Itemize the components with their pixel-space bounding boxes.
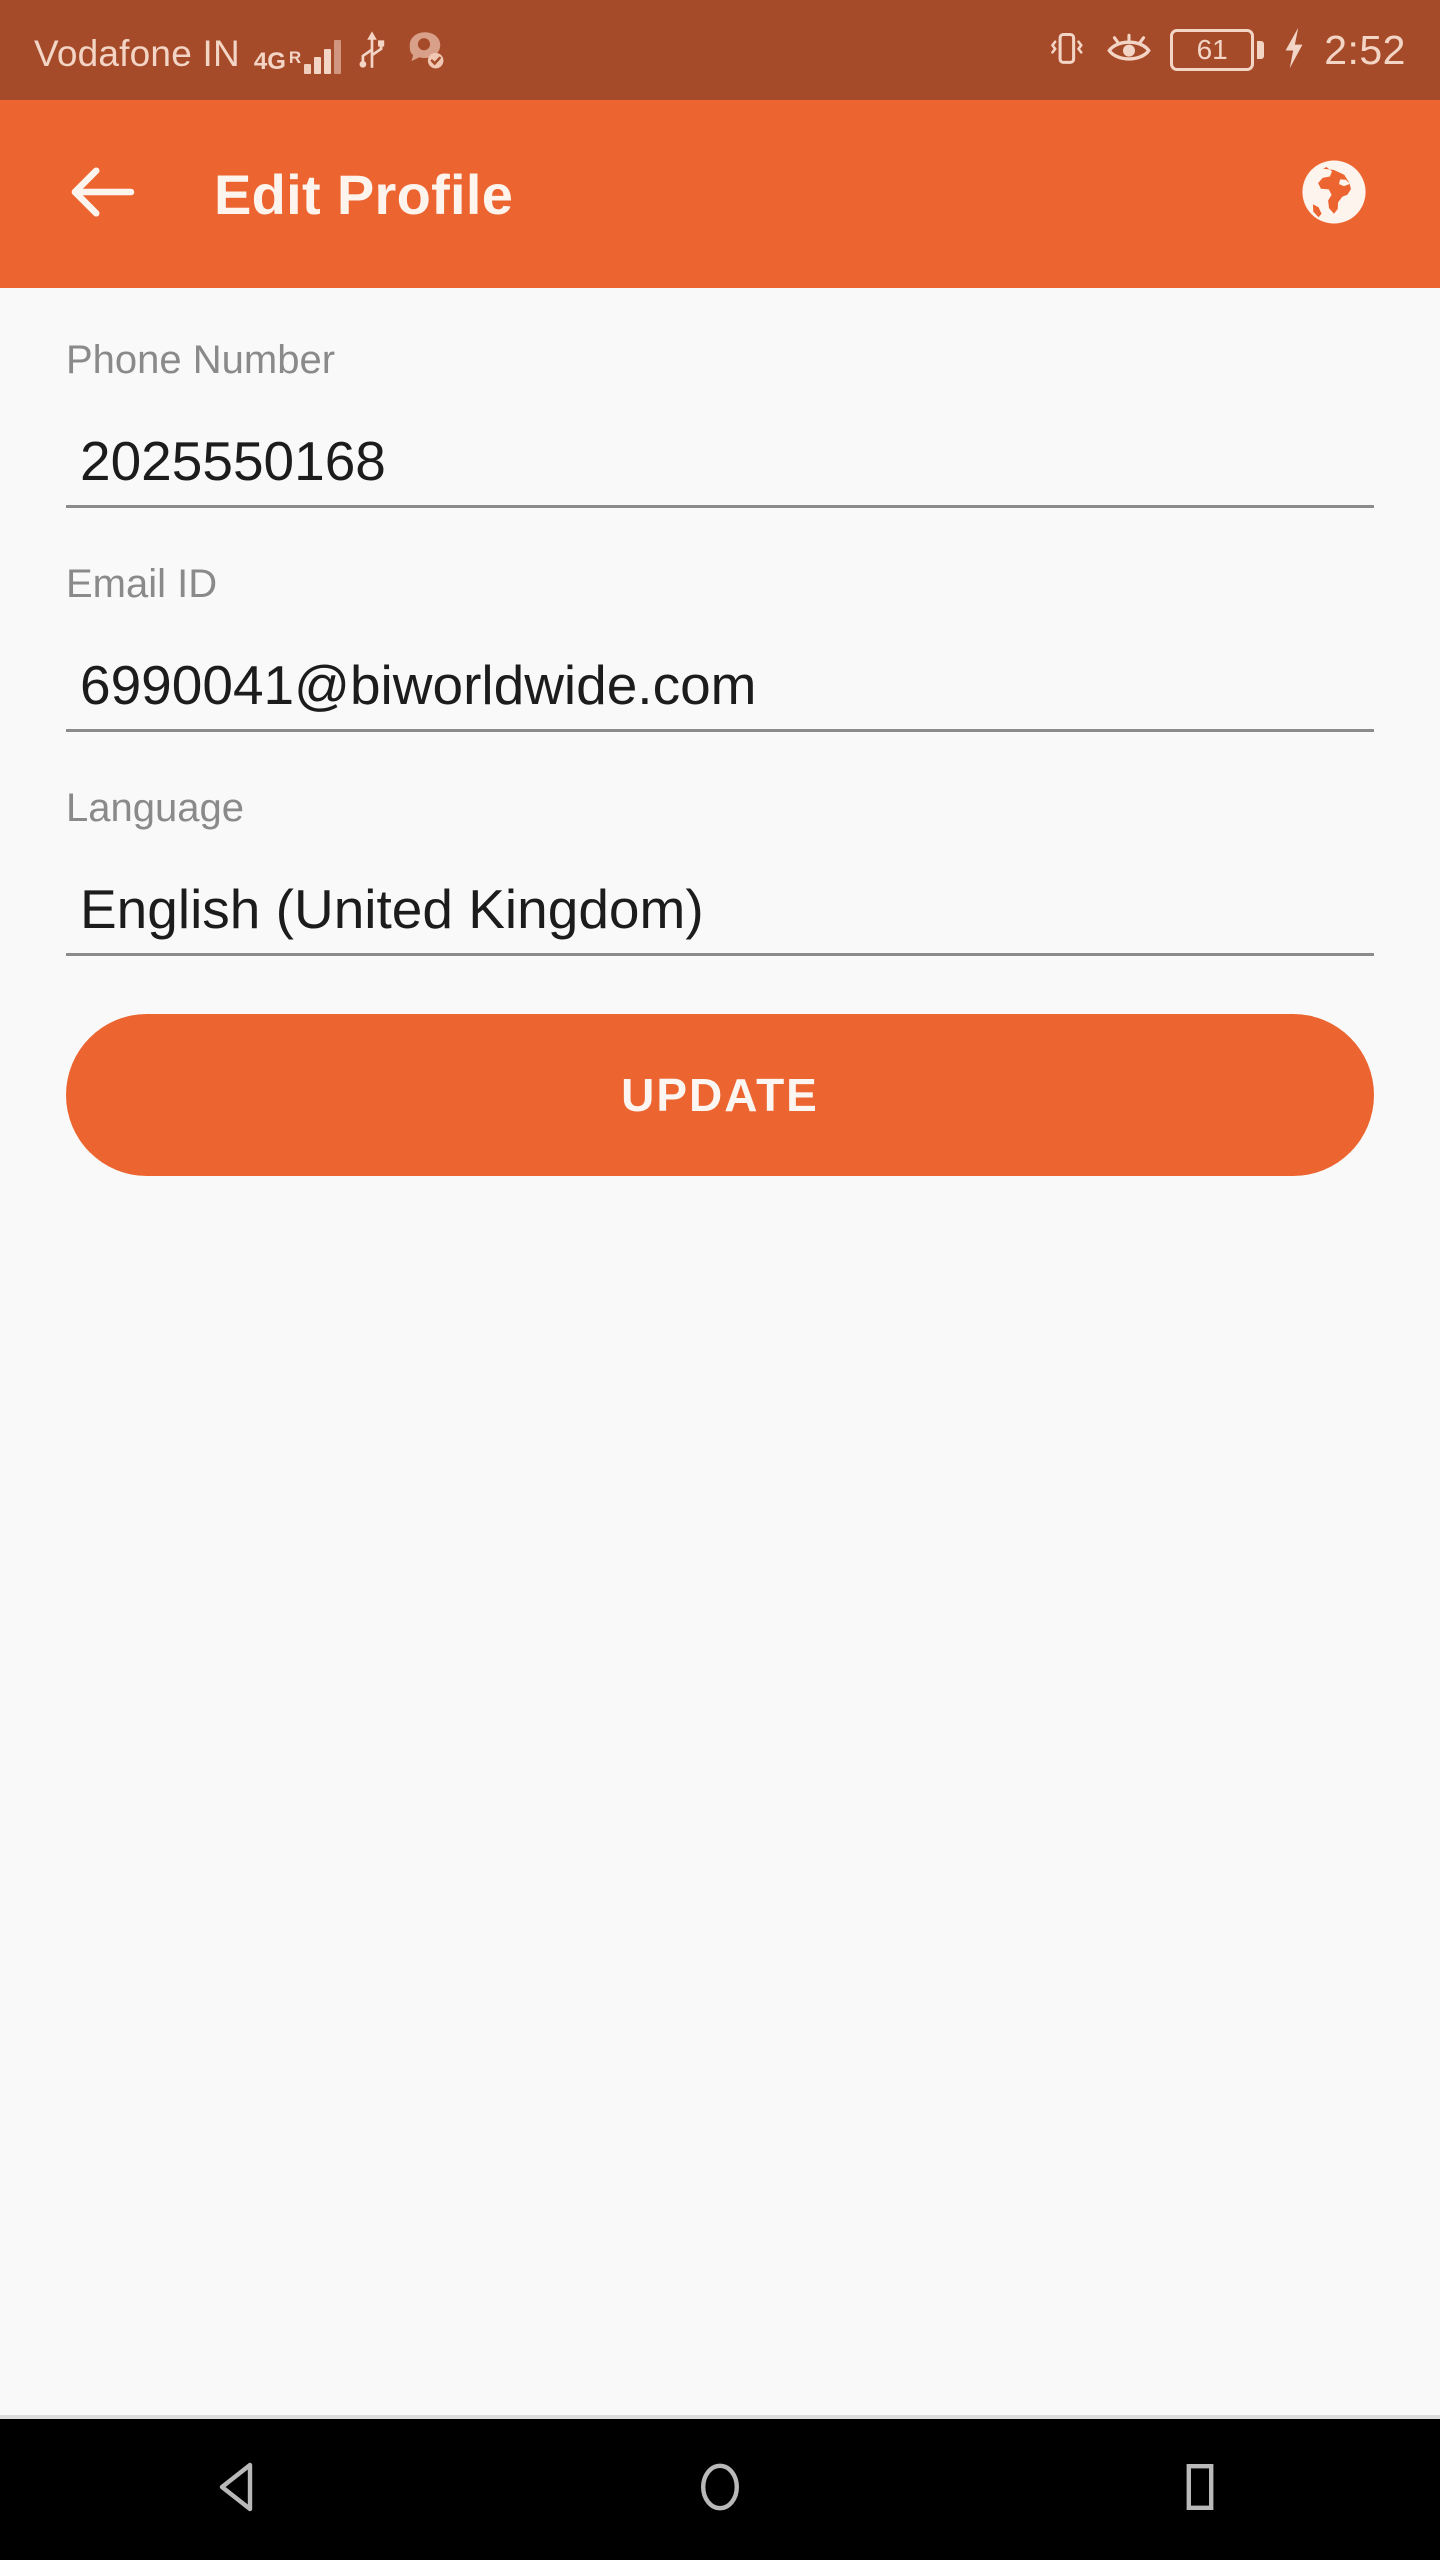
square-recents-icon [1172, 2459, 1228, 2520]
roaming-indicator-label: R [288, 48, 302, 67]
field-language: Language English (United Kingdom) [66, 732, 1374, 956]
triangle-back-icon [212, 2459, 268, 2520]
globe-icon [1297, 155, 1371, 234]
nav-back-button[interactable] [170, 2440, 310, 2540]
status-bar-left: Vodafone IN 4G R [34, 28, 447, 75]
network-generation-label: 4G [253, 48, 286, 75]
network-indicator: 4G R [253, 40, 342, 75]
language-value: English (United Kingdom) [80, 877, 704, 940]
system-navigation-bar [0, 2415, 1440, 2560]
phone-number-input[interactable]: 2025550168 [66, 422, 1374, 508]
battery-icon: 61 [1170, 29, 1265, 71]
field-email-id: Email ID 6990041@biworldwide.com [66, 508, 1374, 732]
edit-profile-form: Phone Number 2025550168 Email ID 6990041… [0, 288, 1440, 2415]
battery-level-label: 61 [1196, 34, 1228, 65]
phone-number-value: 2025550168 [80, 429, 386, 492]
clock-label: 2:52 [1324, 26, 1406, 73]
language-globe-button[interactable] [1288, 148, 1380, 240]
headset-message-icon [403, 28, 447, 72]
nav-recents-button[interactable] [1130, 2440, 1270, 2540]
status-bar-right: 61 2:52 [1044, 26, 1406, 75]
carrier-label: Vodafone IN [34, 33, 240, 74]
circle-home-icon [692, 2459, 748, 2520]
field-phone-number: Phone Number 2025550168 [66, 288, 1374, 508]
language-input[interactable]: English (United Kingdom) [66, 870, 1374, 956]
language-label: Language [66, 786, 244, 830]
signal-bars-icon [304, 40, 342, 74]
eye-comfort-icon [1105, 28, 1153, 73]
phone-number-label: Phone Number [66, 338, 336, 382]
app-bar: Edit Profile [0, 100, 1440, 288]
email-id-input[interactable]: 6990041@biworldwide.com [66, 646, 1374, 732]
update-button[interactable]: UPDATE [66, 1014, 1374, 1176]
usb-icon [355, 30, 389, 72]
back-button[interactable] [62, 154, 142, 234]
vibrate-icon [1044, 26, 1088, 75]
network-type-label: 4G R [253, 48, 302, 75]
phone-screen: Vodafone IN 4G R 61 2:52 Edit Profile Ph… [0, 0, 1440, 2560]
page-title: Edit Profile [214, 162, 514, 226]
arrow-left-icon [67, 163, 137, 226]
email-id-label: Email ID [66, 562, 218, 606]
email-id-value: 6990041@biworldwide.com [80, 653, 757, 716]
nav-home-button[interactable] [650, 2440, 790, 2540]
status-bar: Vodafone IN 4G R 61 2:52 [0, 0, 1440, 100]
charging-bolt-icon [1281, 26, 1307, 75]
